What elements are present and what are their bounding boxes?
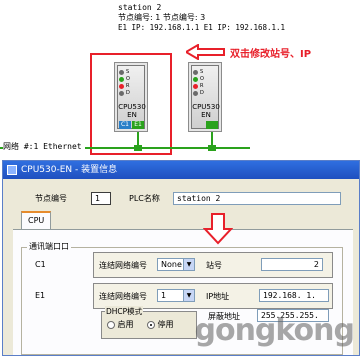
dhcp-enable-option[interactable]: 启用 xyxy=(107,319,134,330)
plc-model-suffix: EN xyxy=(201,111,211,119)
radio-selected-icon[interactable] xyxy=(147,320,155,329)
watermark-text: gongkong xyxy=(194,313,355,348)
e1-ip-label: IP地址 xyxy=(206,292,230,301)
network-node-icon xyxy=(134,145,142,151)
c1-link-network-select[interactable]: None ▼ xyxy=(157,258,195,271)
led-label: R xyxy=(200,83,204,89)
station-label: station 2 xyxy=(118,3,162,12)
plc-device-station-2[interactable]: S O R D CPU530 EN C1 E1 xyxy=(114,62,148,132)
led-label: D xyxy=(126,90,130,96)
dhcp-enable-label: 启用 xyxy=(117,320,134,329)
led-label: O xyxy=(200,76,204,82)
dialog-titlebar[interactable]: CPU530-EN - 装置信息 xyxy=(3,161,359,179)
tab-cpu[interactable]: CPU xyxy=(21,211,51,229)
led-label: D xyxy=(200,90,204,96)
node-number-input[interactable]: 1 xyxy=(91,192,111,205)
annotation-arrow-icon xyxy=(184,43,226,61)
c1-link-network-label: 连结网络编号 xyxy=(99,261,147,270)
c1-station-input[interactable]: 2 xyxy=(261,258,323,271)
led-icon xyxy=(193,90,198,96)
e1-link-network-label: 连结网络编号 xyxy=(99,292,147,301)
e1-ip-input[interactable]: 192.168. 1. xyxy=(259,289,329,302)
c1-port-label: C1 xyxy=(35,260,46,269)
plc-model: CPU530 xyxy=(118,103,146,111)
tab-cpu-label: CPU xyxy=(28,216,45,225)
chevron-down-icon: ▼ xyxy=(183,290,194,301)
network-label: 网络 #:1 Ethernet xyxy=(3,141,85,152)
led-icon xyxy=(193,69,198,75)
dhcp-mode-label: DHCP模式 xyxy=(105,306,144,317)
gongkong-watermark: gongkong xyxy=(194,313,355,348)
plc-name-input[interactable]: station 2 xyxy=(173,192,341,205)
port-e1: E1 xyxy=(132,121,144,129)
led-label: S xyxy=(200,69,204,75)
comm-port-group-label: 通讯端口口 xyxy=(27,241,71,252)
e1-link-network-select[interactable]: 1 ▼ xyxy=(157,289,195,302)
c1-station-label: 站号 xyxy=(206,261,222,270)
led-icon xyxy=(119,76,124,82)
plc-model: CPU530 xyxy=(192,103,220,111)
led-label: R xyxy=(126,83,130,89)
led-icon xyxy=(119,69,124,75)
led-icon xyxy=(193,76,198,82)
app-icon xyxy=(7,165,17,175)
led-icon xyxy=(119,83,124,89)
node-number-line: 节点编号: 1 节点编号: 3 xyxy=(118,13,206,22)
led-label: O xyxy=(126,76,130,82)
e1-port-label: E1 xyxy=(35,291,46,300)
down-arrow-icon xyxy=(202,213,234,245)
annotation-text: 双击修改站号、IP xyxy=(230,49,312,60)
c1-link-network-value: None xyxy=(161,260,182,269)
node-number-label: 节点编号 xyxy=(35,194,67,203)
plc-model-suffix: EN xyxy=(127,111,137,119)
port-c1: C1 xyxy=(119,121,131,129)
chevron-down-icon: ▼ xyxy=(183,259,194,270)
ip-line: E1 IP: 192.168.1.1 E1 IP: 192.168.1.1 xyxy=(118,23,286,32)
radio-icon[interactable] xyxy=(107,320,115,329)
dialog-title: CPU530-EN - 装置信息 xyxy=(21,165,118,175)
e1-link-network-value: 1 xyxy=(161,291,167,300)
network-node-icon xyxy=(208,145,216,151)
led-icon xyxy=(193,83,198,89)
led-icon xyxy=(119,90,124,96)
plc-name-label: PLC名称 xyxy=(129,194,160,203)
port-e1 xyxy=(206,121,218,129)
plc-device-station-3[interactable]: S O R D CPU530 EN xyxy=(188,62,222,132)
dhcp-disable-label: 停用 xyxy=(157,320,174,329)
dhcp-disable-option[interactable]: 停用 xyxy=(147,319,174,330)
led-label: S xyxy=(126,69,130,75)
